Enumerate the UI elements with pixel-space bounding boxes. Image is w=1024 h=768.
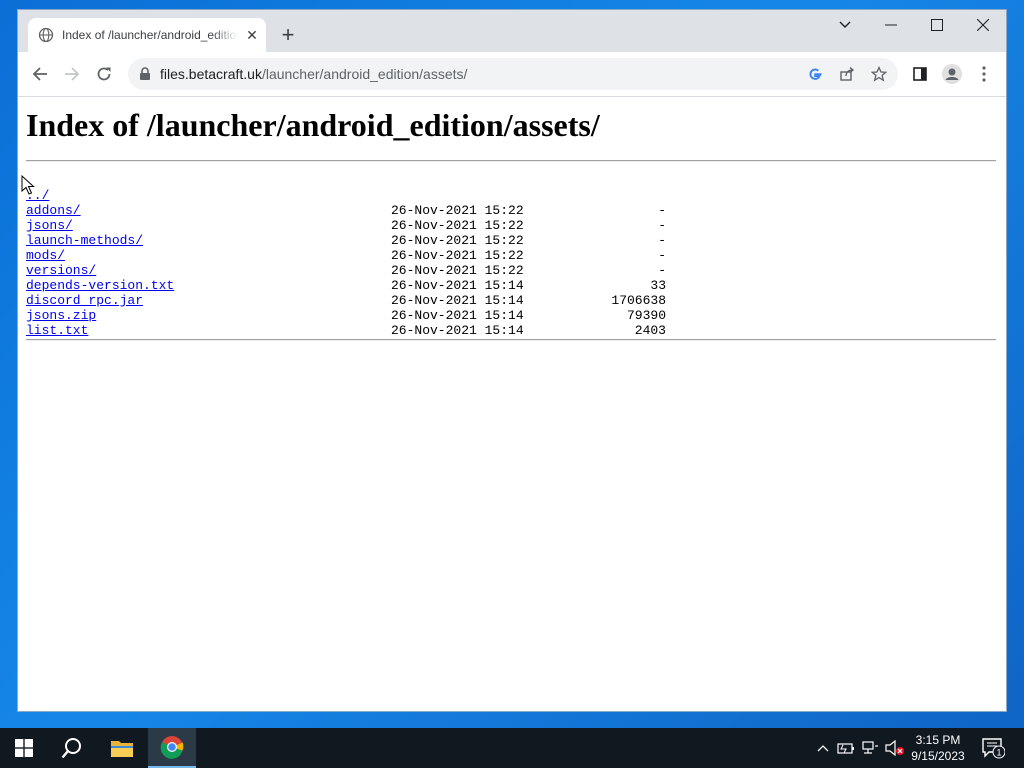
listing-row: versions/26-Nov-2021 15:22 - [26, 263, 666, 278]
menu-kebab-icon[interactable] [972, 62, 996, 86]
modified-date: 26-Nov-2021 15:14 [391, 293, 524, 308]
new-tab-button[interactable]: + [276, 24, 300, 48]
file-size: 2403 [634, 323, 666, 338]
file-size: - [658, 233, 666, 248]
network-icon[interactable] [860, 728, 880, 768]
listing-row: addons/26-Nov-2021 15:22 - [26, 203, 666, 218]
minimize-button[interactable] [868, 10, 914, 40]
file-explorer-icon[interactable] [98, 728, 146, 768]
address-bar[interactable]: files.betacraft.uk/launcher/android_edit… [128, 58, 898, 90]
modified-date: 26-Nov-2021 15:14 [391, 308, 524, 323]
file-link[interactable]: mods/ [26, 248, 65, 263]
clock-time: 3:15 PM [915, 733, 961, 747]
bookmark-star-icon[interactable] [870, 65, 888, 83]
listing-row: jsons.zip 26-Nov-2021 15:14 79390 [26, 308, 666, 323]
volume-muted-icon[interactable] [884, 728, 906, 768]
reload-button[interactable] [92, 62, 116, 86]
file-size: 33 [650, 278, 666, 293]
file-link[interactable]: addons/ [26, 203, 81, 218]
modified-date: 26-Nov-2021 15:22 [391, 263, 524, 278]
browser-toolbar: files.betacraft.uk/launcher/android_edit… [18, 52, 1006, 97]
side-panel-icon[interactable] [908, 62, 932, 86]
maximize-button[interactable] [914, 10, 960, 40]
listing-row: jsons/26-Nov-2021 15:22 - [26, 218, 666, 233]
back-button[interactable] [28, 62, 52, 86]
tab-title: Index of /launcher/android_edition/asset… [62, 28, 238, 42]
divider-bottom [26, 339, 996, 341]
chevron-up-icon[interactable] [814, 728, 832, 768]
modified-date: 26-Nov-2021 15:22 [391, 233, 524, 248]
share-icon[interactable] [838, 65, 856, 83]
url-host: files.betacraft.uk [160, 66, 262, 82]
file-link[interactable]: depends-version.txt [26, 278, 174, 293]
file-link[interactable]: versions/ [26, 263, 96, 278]
listing-row: discord_rpc.jar 26-Nov-2021 15:14 1706638 [26, 293, 666, 308]
file-size: 1706638 [611, 293, 666, 308]
file-link[interactable]: jsons.zip [26, 308, 96, 323]
file-size: - [658, 218, 666, 233]
mouse-cursor-icon [21, 175, 35, 195]
profile-avatar-icon[interactable] [940, 62, 964, 86]
clock[interactable]: 3:15 PM 9/15/2023 [906, 728, 970, 768]
google-translate-icon[interactable] [806, 65, 824, 83]
tab-search-icon[interactable] [822, 10, 868, 40]
search-icon[interactable] [48, 728, 96, 768]
page-title: Index of /launcher/android_edition/asset… [26, 107, 600, 143]
battery-icon[interactable] [836, 728, 856, 768]
browser-window: Index of /launcher/android_edition/asset… [18, 10, 1006, 711]
chrome-taskbar-icon[interactable] [148, 728, 196, 768]
clock-date: 9/15/2023 [911, 749, 965, 763]
listing-row: list.txt 26-Nov-2021 15:14 2403 [26, 323, 666, 338]
url-path: /launcher/android_edition/assets/ [261, 66, 468, 82]
notification-count: 1 [996, 748, 1001, 758]
file-size: - [658, 263, 666, 278]
forward-button[interactable] [60, 62, 84, 86]
file-size: - [658, 248, 666, 263]
modified-date: 26-Nov-2021 15:22 [391, 218, 524, 233]
modified-date: 26-Nov-2021 15:22 [391, 248, 524, 263]
tab-active[interactable]: Index of /launcher/android_edition/asset… [28, 18, 266, 52]
file-link[interactable]: discord_rpc.jar [26, 293, 143, 308]
listing-row: mods/26-Nov-2021 15:22 - [26, 248, 666, 263]
close-tab-icon[interactable]: ✕ [244, 27, 260, 43]
file-link[interactable]: list.txt [26, 323, 88, 338]
file-link[interactable]: jsons/ [26, 218, 73, 233]
modified-date: 26-Nov-2021 15:14 [391, 323, 524, 338]
divider-top [26, 160, 996, 162]
listing-row: depends-version.txt 26-Nov-2021 15:14 33 [26, 278, 666, 293]
listing-row: ../ [26, 188, 666, 203]
modified-date: 26-Nov-2021 15:22 [391, 203, 524, 218]
url-text: files.betacraft.uk/launcher/android_edit… [160, 66, 467, 82]
start-button[interactable] [0, 728, 48, 768]
listing-row: launch-methods/26-Nov-2021 15:22 - [26, 233, 666, 248]
file-size: 79390 [626, 308, 666, 323]
modified-date: 26-Nov-2021 15:14 [391, 278, 524, 293]
close-window-button[interactable] [960, 10, 1006, 40]
notification-center-icon[interactable]: 1 [978, 728, 1008, 768]
directory-listing: ../addons/26-Nov-2021 15:22- jsons/26-Nov… [26, 188, 666, 338]
taskbar: 3:15 PM 9/15/2023 1 [0, 728, 1024, 768]
globe-icon [38, 27, 54, 43]
tab-strip: Index of /launcher/android_edition/asset… [18, 10, 1006, 52]
page-content: Index of /launcher/android_edition/asset… [18, 97, 1006, 711]
lock-icon[interactable] [138, 67, 152, 81]
file-size: - [658, 203, 666, 218]
file-link[interactable]: launch-methods/ [26, 233, 143, 248]
